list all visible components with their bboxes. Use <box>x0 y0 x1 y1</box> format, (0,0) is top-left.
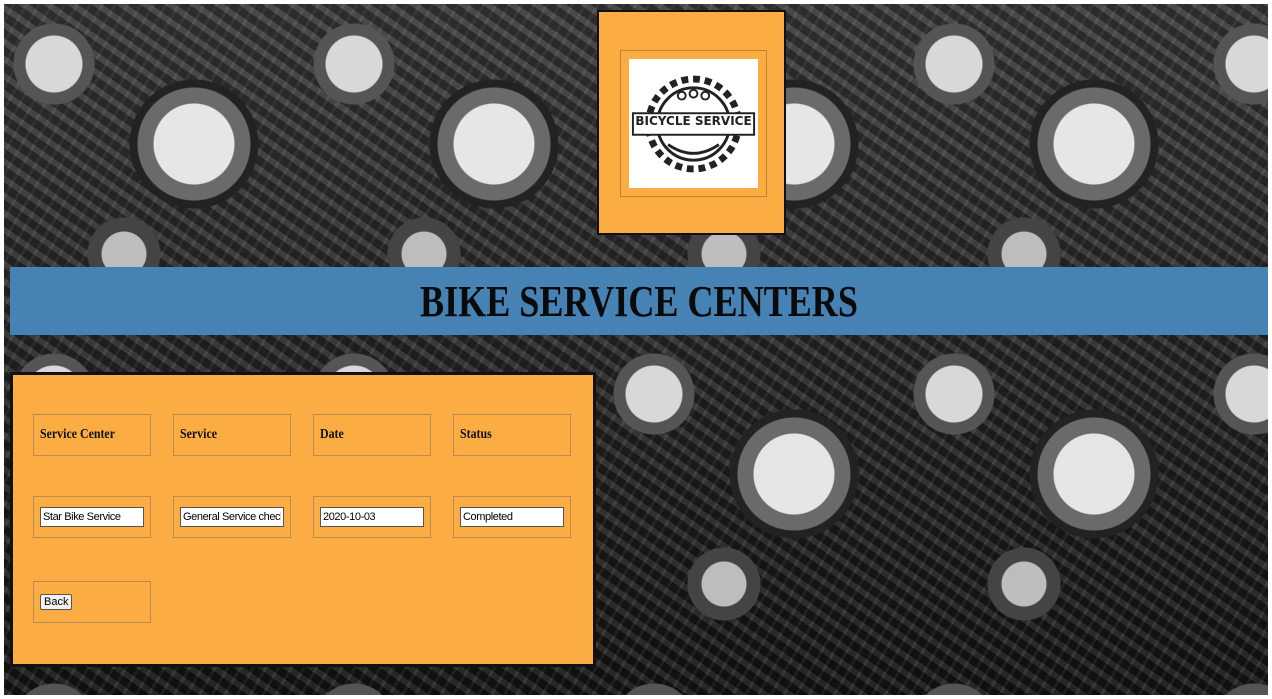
bicycle-service-logo: BICYCLE SERVICE <box>629 59 758 188</box>
status-cell <box>453 496 571 538</box>
date-cell <box>313 496 431 538</box>
date-field[interactable] <box>320 507 424 527</box>
service-cell <box>173 496 291 538</box>
header-label: Service <box>180 427 218 442</box>
logo-text: BICYCLE SERVICE <box>635 114 752 128</box>
logo-panel: BICYCLE SERVICE <box>597 10 786 235</box>
page-title: BIKE SERVICE CENTERS <box>420 276 858 326</box>
service-field[interactable] <box>180 507 284 527</box>
header-date: Date <box>313 414 431 456</box>
service-center-field[interactable] <box>40 507 144 527</box>
header-service-center: Service Center <box>33 414 151 456</box>
header-label: Status <box>460 427 492 442</box>
back-cell: Back <box>33 581 151 623</box>
status-field[interactable] <box>460 507 564 527</box>
logo-frame: BICYCLE SERVICE <box>620 50 767 197</box>
header-label: Date <box>320 427 344 442</box>
service-center-cell <box>33 496 151 538</box>
page-banner: BIKE SERVICE CENTERS <box>10 267 1268 335</box>
back-button[interactable]: Back <box>40 594 73 610</box>
header-label: Service Center <box>40 427 115 442</box>
service-details-panel: Service Center Service Date Status Back <box>10 372 596 667</box>
header-status: Status <box>453 414 571 456</box>
header-service: Service <box>173 414 291 456</box>
